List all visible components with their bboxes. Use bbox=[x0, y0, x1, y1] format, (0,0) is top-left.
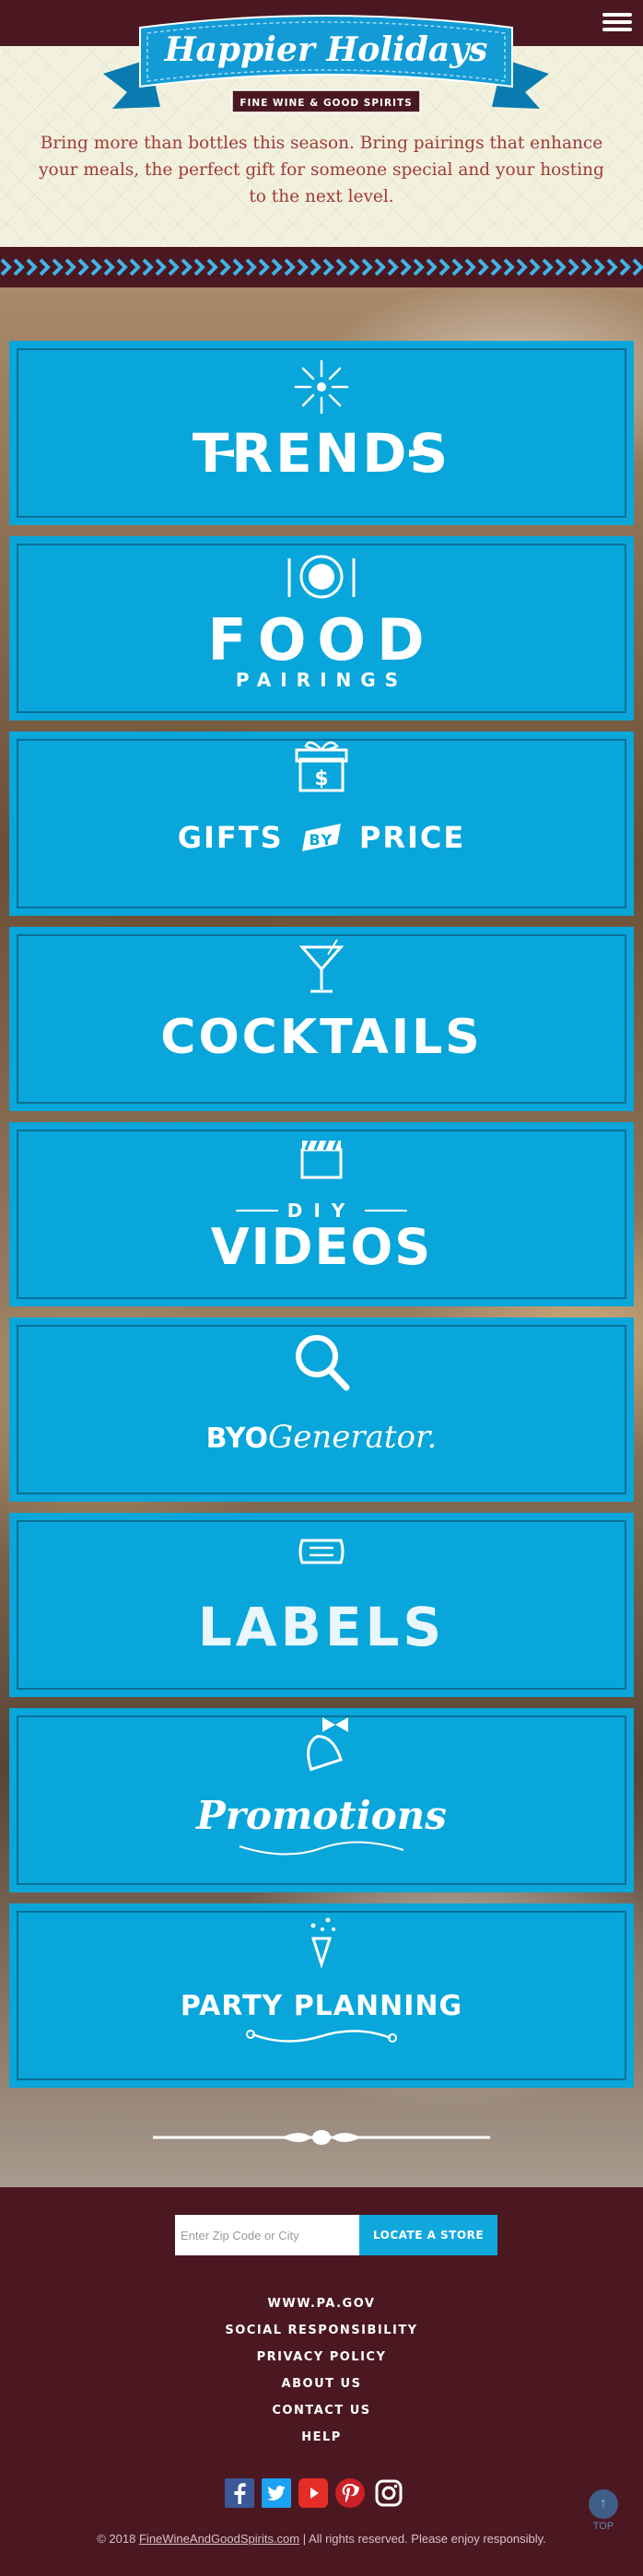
tile-diy-videos[interactable]: DIY VIDEOS bbox=[9, 1122, 634, 1306]
hamburger-menu-icon[interactable] bbox=[602, 9, 632, 37]
tile-trends[interactable]: TRENDS bbox=[9, 341, 634, 525]
instagram-icon[interactable] bbox=[374, 2478, 403, 2508]
zip-code-input[interactable] bbox=[175, 2215, 359, 2255]
tile-labels-label: LABELS bbox=[197, 1596, 446, 1658]
tile-food-label: FOOD bbox=[207, 606, 436, 673]
magnifier-icon bbox=[296, 1335, 350, 1391]
social-links bbox=[225, 2478, 418, 2510]
footer-link-social-responsibility[interactable]: SOCIAL RESPONSIBILITY bbox=[0, 2317, 643, 2344]
copyright-site-link[interactable]: FineWineAndGoodSpirits.com bbox=[139, 2532, 299, 2546]
tile-promotions-label: Promotions bbox=[196, 1793, 447, 1838]
bell-bow-icon bbox=[239, 1717, 404, 1856]
pinterest-icon[interactable] bbox=[335, 2478, 365, 2508]
footer-link-pa-gov[interactable]: WWW.PA.GOV bbox=[0, 2290, 643, 2317]
tile-trends-label: TRENDS bbox=[192, 422, 451, 485]
tile-byo-generator[interactable]: BYOGenerator. bbox=[9, 1317, 634, 1502]
gift-dollar-icon: $ bbox=[295, 741, 348, 851]
clapperboard-icon bbox=[236, 1140, 407, 1212]
tile-party-planning[interactable]: PARTY PLANNING bbox=[9, 1903, 634, 2088]
party-popper-icon bbox=[246, 1917, 397, 2043]
tile-diy-label: DIY bbox=[286, 1200, 357, 1222]
footer-link-privacy-policy[interactable]: PRIVACY POLICY bbox=[0, 2344, 643, 2371]
footer-links: WWW.PA.GOV SOCIAL RESPONSIBILITY PRIVACY… bbox=[0, 2290, 643, 2451]
tile-promotions[interactable]: Promotions bbox=[9, 1708, 634, 1892]
svg-text:$: $ bbox=[314, 767, 328, 790]
tile-party-planning-label: PARTY PLANNING bbox=[180, 1990, 463, 2022]
logo-subtitle: FINE WINE & GOOD SPIRITS bbox=[240, 98, 412, 109]
martini-glass-icon bbox=[298, 939, 345, 993]
tile-byo-label: BYOGenerator. bbox=[205, 1419, 438, 1456]
footer-link-help[interactable]: HELP bbox=[0, 2424, 643, 2451]
tile-pairings-label: PAIRINGS bbox=[235, 669, 408, 691]
arrow-up-icon: ↑ bbox=[589, 2489, 618, 2519]
logo-title: Happier Holidays bbox=[164, 30, 488, 69]
ornament-divider bbox=[153, 2130, 490, 2145]
twitter-icon[interactable] bbox=[262, 2478, 291, 2508]
copyright-text: © 2018 FineWineAndGoodSpirits.com | All … bbox=[97, 2532, 546, 2546]
chevron-divider bbox=[0, 247, 643, 287]
footer-link-contact-us[interactable]: CONTACT US bbox=[0, 2397, 643, 2424]
header: Happier Holidays FINE WINE & GOOD SPIRIT… bbox=[0, 0, 643, 247]
tile-cocktails-label: COCKTAILS bbox=[160, 1010, 483, 1065]
locate-store-button[interactable]: LOCATE A STORE bbox=[359, 2215, 497, 2255]
sparkle-icon bbox=[206, 359, 437, 457]
top-label: TOP bbox=[592, 2521, 614, 2532]
youtube-icon[interactable] bbox=[298, 2478, 328, 2508]
tile-gifts-label: GIFTS BY PRICE bbox=[177, 820, 466, 855]
tile-labels[interactable]: LABELS bbox=[9, 1513, 634, 1697]
tile-food-pairings[interactable]: FOOD PAIRINGS bbox=[9, 536, 634, 720]
plate-utensils-icon bbox=[287, 555, 356, 599]
store-locator: LOCATE A STORE bbox=[175, 2215, 497, 2255]
facebook-icon[interactable] bbox=[225, 2478, 254, 2508]
footer: LOCATE A STORE WWW.PA.GOV SOCIAL RESPONS… bbox=[0, 2187, 643, 2576]
tile-cocktails[interactable]: COCKTAILS bbox=[9, 927, 634, 1111]
label-tag-icon bbox=[298, 1539, 345, 1564]
footer-link-about-us[interactable]: ABOUT US bbox=[0, 2371, 643, 2397]
back-to-top-button[interactable]: ↑ TOP bbox=[588, 2489, 619, 2541]
tile-videos-label: VIDEOS bbox=[210, 1218, 433, 1276]
happier-holidays-logo[interactable]: Happier Holidays FINE WINE & GOOD SPIRIT… bbox=[103, 7, 549, 122]
header-tagline: Bring more than bottles this season. Bri… bbox=[39, 134, 604, 206]
tile-gifts-by-price[interactable]: $ GIFTS BY PRICE bbox=[9, 732, 634, 916]
